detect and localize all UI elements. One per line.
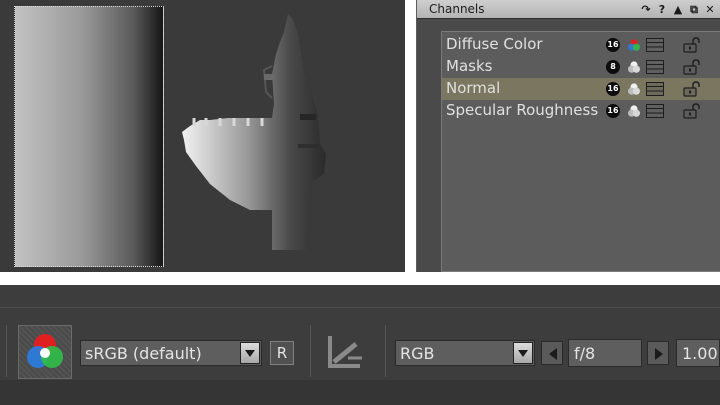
help-icon[interactable]: ? <box>655 2 669 17</box>
rgb-icon[interactable] <box>627 38 641 52</box>
viewport[interactable] <box>0 0 405 272</box>
channel-mode-value: RGB <box>400 344 435 363</box>
bit-depth-badge: 16 <box>606 82 620 96</box>
gray-icon[interactable] <box>627 104 641 118</box>
channels-panel: Channels ↷ ? ▲ ⧉ ✕ Diffuse Color 16 Mask… <box>416 0 720 272</box>
viewer-toolbar: sRGB (default) R RGB f/8 1.00 <box>0 285 720 405</box>
channels-title: Channels <box>429 2 485 16</box>
channel-row-diffuse-color[interactable]: Diffuse Color 16 <box>442 34 720 56</box>
chevron-down-icon[interactable] <box>240 342 260 364</box>
colorspace-value: sRGB (default) <box>85 344 202 363</box>
channel-name: Masks <box>446 57 493 75</box>
bit-depth-badge: 8 <box>606 60 620 74</box>
toolbar-separator <box>310 325 311 377</box>
channel-options-icon[interactable] <box>646 104 664 118</box>
channel-row-normal[interactable]: Normal 16 <box>442 78 720 100</box>
color-channels-button[interactable] <box>18 325 72 379</box>
reset-button[interactable]: R <box>270 341 294 365</box>
channel-options-icon[interactable] <box>646 38 664 52</box>
gray-icon[interactable] <box>627 60 641 74</box>
channel-list: Diffuse Color 16 Masks 8 Normal 16 Specu… <box>441 31 720 272</box>
fstop-value: f/8 <box>574 344 596 363</box>
unlock-icon[interactable] <box>683 81 701 97</box>
channel-name: Specular Roughness <box>446 101 599 119</box>
close-icon[interactable]: ✕ <box>703 2 717 17</box>
channel-row-masks[interactable]: Masks 8 <box>442 56 720 78</box>
gamma-field[interactable]: 1.00 <box>676 339 720 367</box>
toolbar-separator <box>385 325 386 377</box>
channel-options-icon[interactable] <box>646 82 664 96</box>
model-render <box>182 14 326 250</box>
channel-mode-select[interactable]: RGB <box>395 340 535 366</box>
colorspace-select[interactable]: sRGB (default) <box>80 340 262 366</box>
triangle-left-icon <box>549 348 557 360</box>
unlock-icon[interactable] <box>683 59 701 75</box>
chevron-down-icon[interactable] <box>513 342 533 364</box>
unlock-icon[interactable] <box>683 103 701 119</box>
triangle-right-icon <box>655 348 663 360</box>
toolbar-divider <box>0 307 720 308</box>
float-icon[interactable]: ⧉ <box>687 2 701 17</box>
collapse-icon[interactable]: ▲ <box>671 2 685 17</box>
fstop-increase-button[interactable] <box>647 341 669 365</box>
rotate-icon[interactable]: ↷ <box>639 2 653 17</box>
rgb-icon <box>27 334 63 368</box>
gamma-icon[interactable] <box>326 332 366 372</box>
bit-depth-badge: 16 <box>606 38 620 52</box>
toolbar-separator <box>6 325 7 377</box>
channel-options-icon[interactable] <box>646 60 664 74</box>
channel-row-specular-roughness[interactable]: Specular Roughness 16 <box>442 100 720 122</box>
channel-name: Normal <box>446 79 501 97</box>
toolbar-footer <box>0 380 720 405</box>
fstop-field[interactable]: f/8 <box>568 339 642 367</box>
gamma-value: 1.00 <box>682 344 718 363</box>
gradient-swatch <box>14 6 164 267</box>
fstop-decrease-button[interactable] <box>541 341 563 365</box>
channels-header: Channels ↷ ? ▲ ⧉ ✕ <box>417 0 720 19</box>
gray-icon[interactable] <box>627 82 641 96</box>
unlock-icon[interactable] <box>683 37 701 53</box>
bit-depth-badge: 16 <box>606 104 620 118</box>
channel-name: Diffuse Color <box>446 35 543 53</box>
